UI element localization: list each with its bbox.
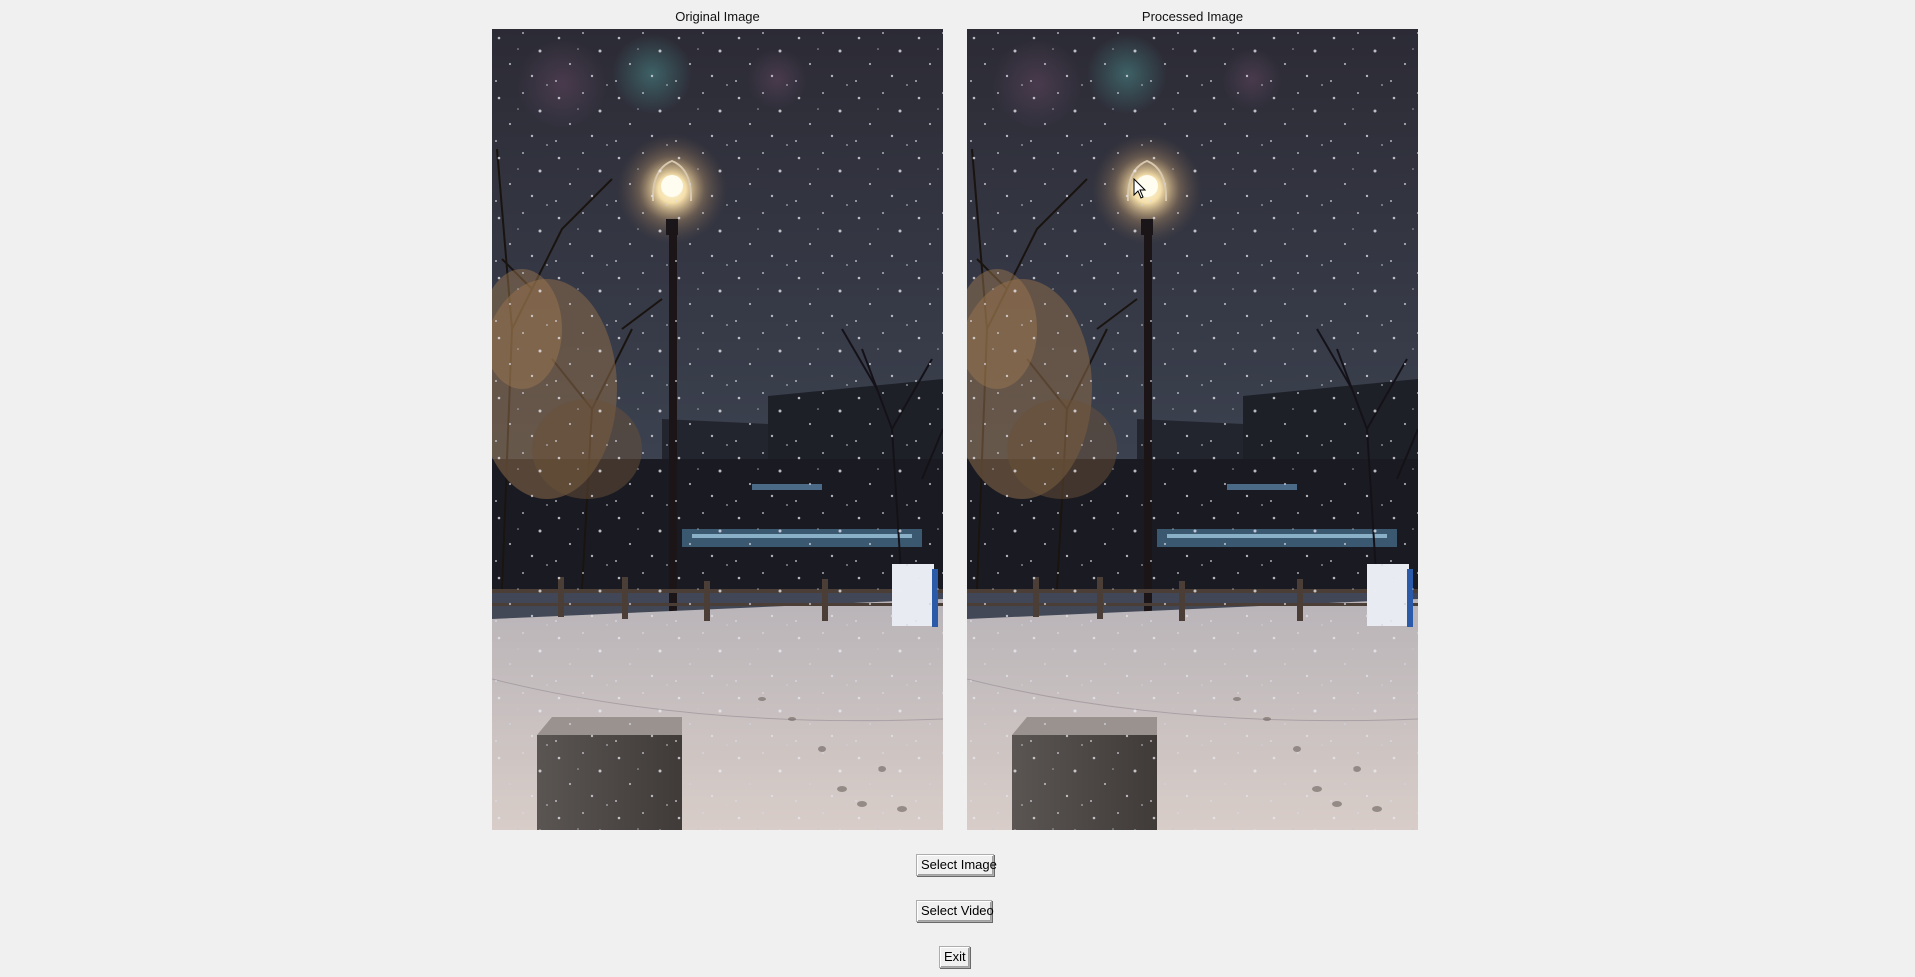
processed-image — [967, 29, 1418, 830]
original-image-title: Original Image — [675, 9, 760, 24]
original-panel: Original Image — [492, 0, 943, 830]
exit-button[interactable]: Exit — [939, 946, 970, 968]
processed-panel: Processed Image — [967, 0, 1418, 830]
processed-image-title: Processed Image — [1141, 9, 1244, 24]
original-image — [492, 29, 943, 830]
select-video-button[interactable]: Select Video — [916, 900, 994, 922]
select-image-button[interactable]: Select Image — [916, 854, 997, 876]
